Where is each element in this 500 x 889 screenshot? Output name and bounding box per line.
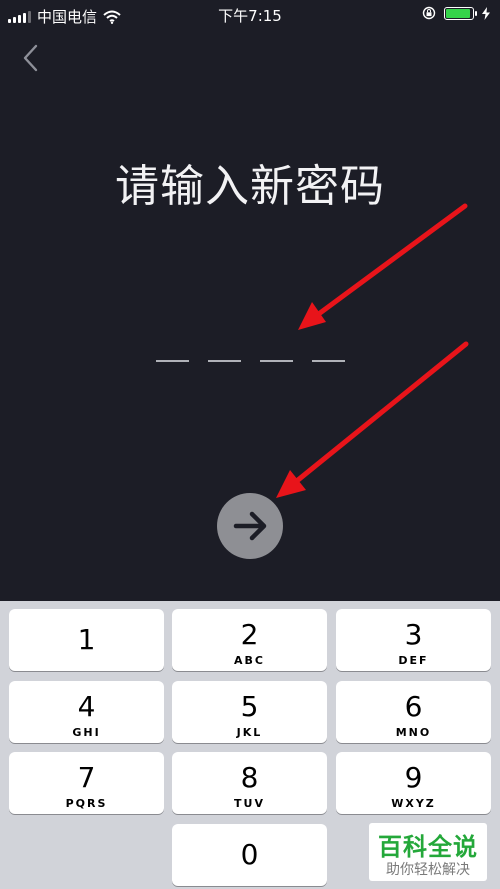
key-digit: 3 bbox=[404, 618, 423, 651]
key-digit: 6 bbox=[404, 690, 423, 723]
pin-slot-3 bbox=[260, 360, 293, 362]
key-letters: WXYZ bbox=[391, 797, 436, 810]
charging-icon bbox=[482, 6, 490, 20]
key-letters: GHI bbox=[72, 726, 101, 739]
key-2[interactable]: 2 ABC bbox=[172, 609, 327, 671]
key-digit: 7 bbox=[77, 761, 96, 794]
key-7[interactable]: 7 PQRS bbox=[9, 752, 164, 814]
key-digit: 5 bbox=[240, 690, 259, 723]
chevron-left-icon bbox=[23, 44, 38, 72]
next-button[interactable] bbox=[217, 493, 283, 559]
key-letters: JKL bbox=[236, 726, 263, 739]
annotation-arrow-bottom bbox=[276, 341, 469, 498]
key-digit: 0 bbox=[240, 838, 259, 871]
key-letters: MNO bbox=[395, 726, 432, 739]
status-bar: 中国电信 下午7:15 bbox=[0, 0, 500, 30]
watermark-title: 百科全说 bbox=[378, 833, 478, 861]
key-6[interactable]: 6 MNO bbox=[336, 681, 491, 743]
pin-slot-4 bbox=[312, 360, 345, 362]
key-digit: 2 bbox=[240, 618, 259, 651]
key-digit: 4 bbox=[77, 690, 96, 723]
key-digit: 9 bbox=[404, 761, 423, 794]
key-letters: ABC bbox=[234, 654, 265, 667]
pin-input[interactable] bbox=[156, 360, 346, 364]
key-3[interactable]: 3 DEF bbox=[336, 609, 491, 671]
battery-cap bbox=[475, 10, 477, 16]
page-title: 请输入新密码 bbox=[115, 161, 385, 212]
arrow-right-icon bbox=[233, 511, 267, 541]
rotation-lock-icon bbox=[422, 6, 436, 20]
watermark-subtitle: 助你轻松解决 bbox=[386, 862, 470, 878]
pin-slot-1 bbox=[156, 360, 189, 362]
key-letters: PQRS bbox=[65, 797, 108, 810]
back-button[interactable] bbox=[14, 40, 50, 76]
watermark-logo: 百科全说 助你轻松解决 bbox=[369, 823, 487, 881]
pin-slot-2 bbox=[208, 360, 241, 362]
battery-icon bbox=[444, 6, 477, 20]
key-0[interactable]: 0 bbox=[172, 824, 327, 886]
battery-fill bbox=[446, 8, 470, 18]
key-1[interactable]: 1 bbox=[9, 609, 164, 671]
status-right bbox=[422, 6, 490, 20]
key-8[interactable]: 8 TUV bbox=[172, 752, 327, 814]
key-5[interactable]: 5 JKL bbox=[172, 681, 327, 743]
key-9[interactable]: 9 WXYZ bbox=[336, 752, 491, 814]
key-letters: DEF bbox=[398, 654, 429, 667]
annotation-arrow-top bbox=[298, 203, 468, 330]
key-letters: TUV bbox=[234, 797, 265, 810]
key-digit: 1 bbox=[77, 623, 96, 656]
key-digit: 8 bbox=[240, 761, 259, 794]
key-4[interactable]: 4 GHI bbox=[9, 681, 164, 743]
